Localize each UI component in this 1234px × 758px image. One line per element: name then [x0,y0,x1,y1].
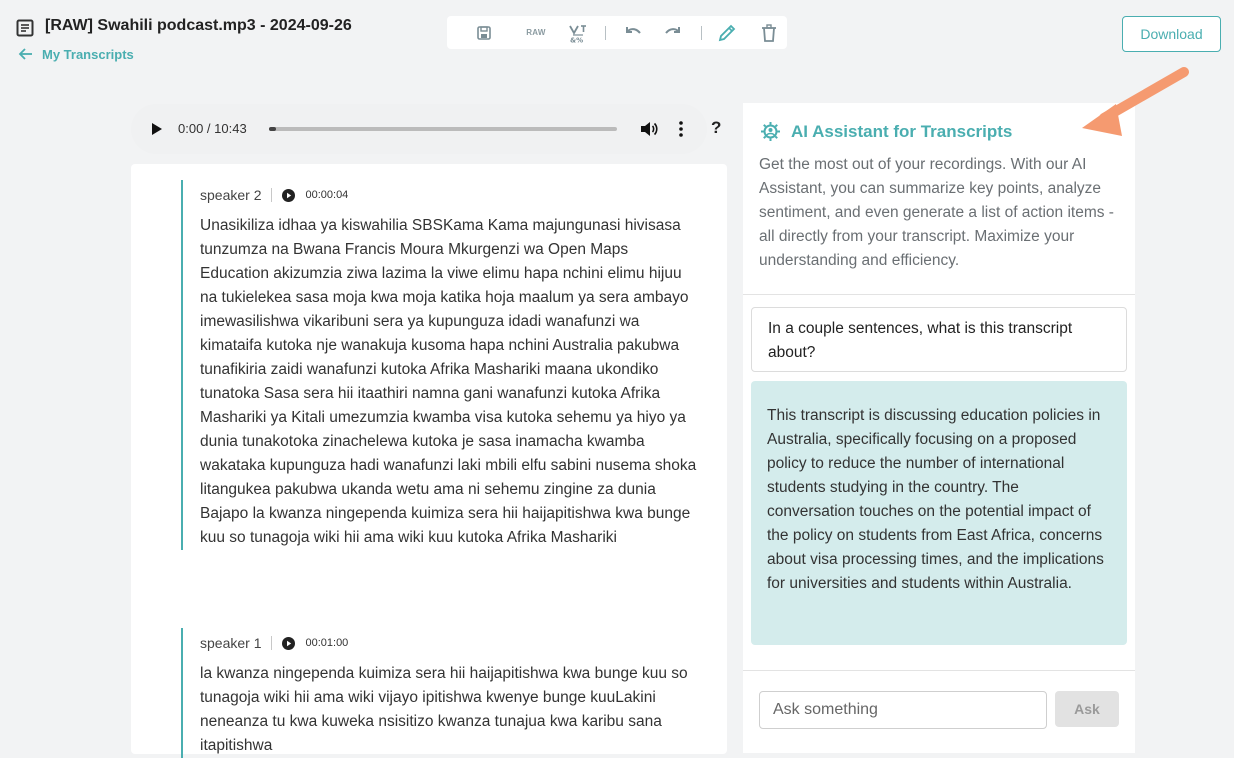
help-button[interactable]: ? [711,118,721,138]
ai-assistant-icon [761,122,780,141]
play-icon[interactable] [149,122,163,136]
audio-progress-bar[interactable] [269,127,617,131]
edit-button[interactable] [715,16,739,49]
redo-icon [665,26,680,34]
user-question: In a couple sentences, what is this tran… [751,307,1127,372]
raw-button[interactable]: RAW [521,16,551,49]
redo-button[interactable] [662,16,686,49]
volume-icon[interactable] [639,119,659,139]
divider [743,670,1135,671]
back-link[interactable]: My Transcripts [18,46,134,62]
annotation-arrow-icon [1082,67,1189,136]
trash-icon [762,23,776,42]
ask-input[interactable] [759,691,1047,729]
toolbar-divider [701,26,702,40]
save-icon [477,25,491,40]
save-button[interactable] [473,16,495,49]
transcript-segment: speaker 1 00:01:00 la kwanza ningependa … [181,628,701,758]
segment-text[interactable]: Unasikiliza idhaa ya kiswahilia SBSKama … [200,214,701,550]
divider [743,294,1135,295]
divider [271,636,273,650]
ask-button[interactable]: Ask [1055,691,1119,727]
segment-timestamp[interactable]: 00:01:00 [305,637,348,649]
audio-progress-fill [269,127,276,131]
translate-icon: &% [569,24,586,43]
audio-time: 0:00 / 10:43 [178,121,247,136]
document-icon [16,19,34,37]
play-circle-icon[interactable] [282,188,296,202]
ai-answer: This transcript is discussing education … [751,381,1127,645]
download-button[interactable]: Download [1122,16,1221,52]
ai-description: Get the most out of your recordings. Wit… [759,156,1114,269]
segment-timestamp[interactable]: 00:00:04 [305,189,348,201]
translate-button[interactable]: &% [566,16,590,49]
play-circle-icon[interactable] [282,636,296,650]
svg-text:&%: &% [570,36,583,43]
speaker-label[interactable]: speaker 1 [200,635,261,651]
divider [271,188,273,202]
transcript-segment: speaker 2 00:00:04 Unasikiliza idhaa ya … [181,180,701,550]
audio-player: 0:00 / 10:43 [131,104,707,154]
toolbar-divider [605,26,606,40]
more-options-icon[interactable] [677,119,685,139]
delete-button[interactable] [757,16,781,49]
transcript-panel: speaker 2 00:00:04 Unasikiliza idhaa ya … [131,164,727,758]
raw-label: RAW [526,28,546,37]
ai-title: AI Assistant for Transcripts [791,121,1013,141]
ai-header: AI Assistant for Transcripts [760,121,1012,142]
ai-assistant-panel: AI Assistant for Transcripts Get the mos… [743,103,1135,753]
speaker-label[interactable]: speaker 2 [200,187,261,203]
arrow-left-icon [18,48,32,60]
undo-button[interactable] [620,16,644,49]
back-link-label: My Transcripts [42,46,134,62]
page-title: [RAW] Swahili podcast.mp3 - 2024-09-26 [45,17,352,34]
edit-icon [718,24,736,41]
undo-icon [626,26,641,34]
toolbar: RAW &% [447,16,787,49]
